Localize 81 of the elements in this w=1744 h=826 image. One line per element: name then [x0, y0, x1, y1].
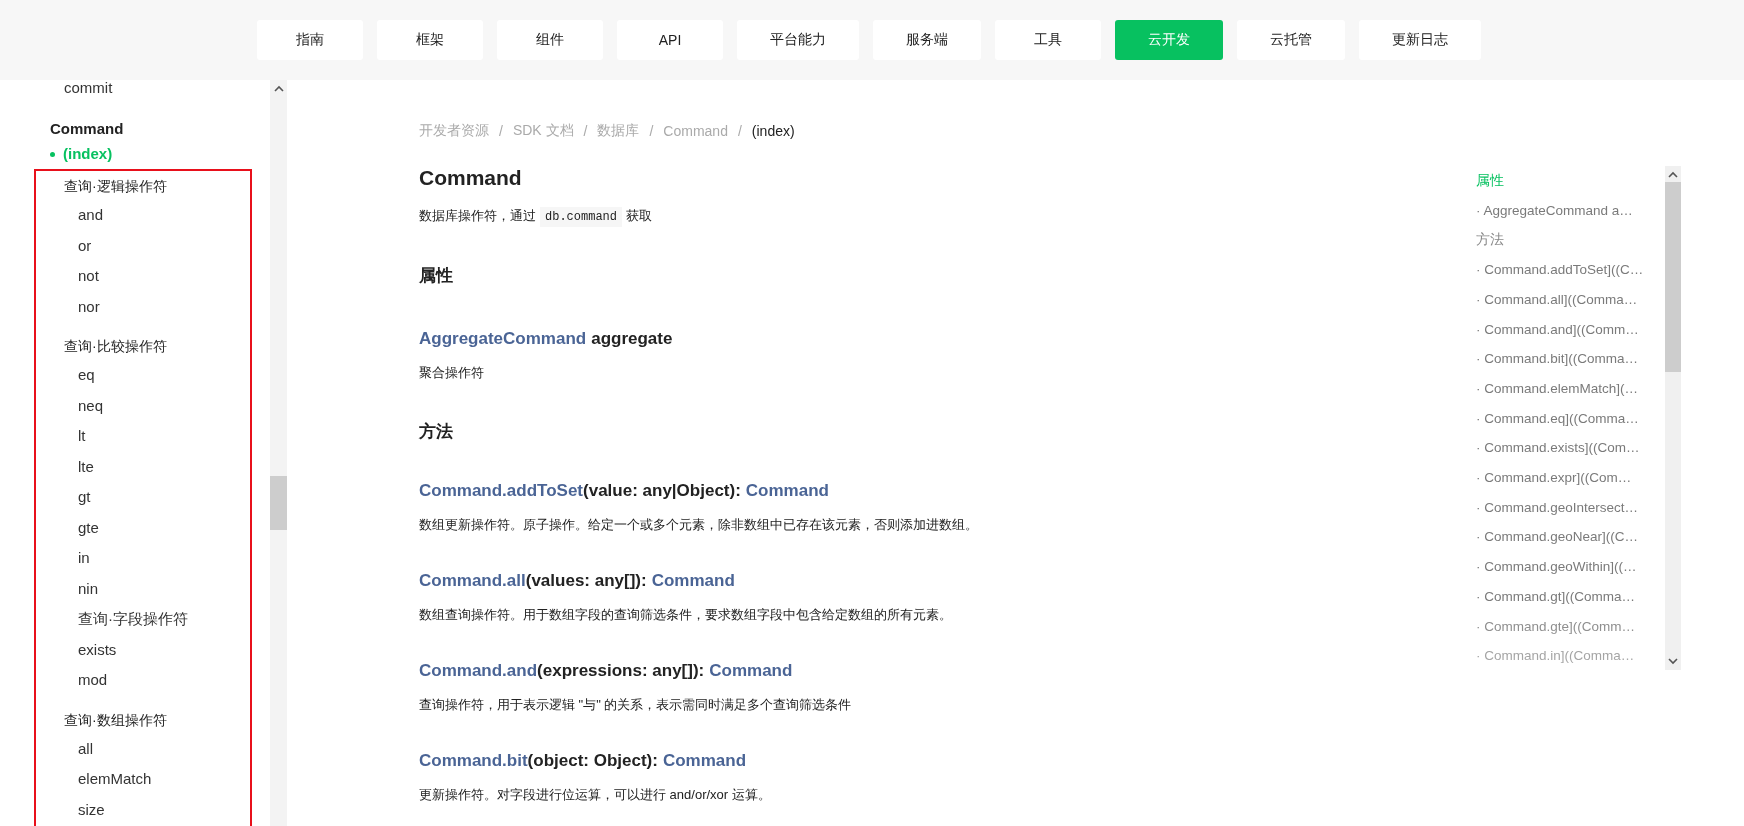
sidebar-item[interactable]: or: [78, 230, 92, 261]
nav-tab[interactable]: 框架: [377, 20, 483, 60]
nav-tab[interactable]: 云托管: [1237, 20, 1345, 60]
toc-item[interactable]: · Command.geoWithin]((…: [1476, 552, 1637, 582]
nav-tab[interactable]: 工具: [995, 20, 1101, 60]
scroll-up-icon[interactable]: [273, 84, 284, 94]
sidebar-item[interactable]: lte: [78, 451, 94, 482]
nav-tab[interactable]: 平台能力: [737, 20, 859, 60]
toc-item[interactable]: · Command.addToSet]((C…: [1476, 255, 1644, 285]
toc-heading[interactable]: 方法: [1476, 225, 1504, 256]
sidebar-item[interactable]: in: [78, 543, 90, 574]
return-type-link[interactable]: Command: [745, 479, 829, 503]
method-params: (values: any[]):: [525, 570, 647, 592]
scroll-up-icon[interactable]: [1668, 170, 1678, 180]
scrollbar[interactable]: [1665, 166, 1681, 670]
sidebar-item[interactable]: all: [78, 733, 93, 764]
toc-item[interactable]: · Command.geoIntersect…: [1476, 492, 1639, 523]
sidebar-item[interactable]: nor: [78, 291, 100, 322]
nav-tab[interactable]: 指南: [257, 20, 363, 60]
sidebar-item[interactable]: elemMatch: [78, 764, 152, 795]
type-link[interactable]: AggregateCommand: [419, 327, 587, 351]
description: 数据库操作符，通过 db.command 获取: [419, 206, 652, 227]
scrollbar-thumb[interactable]: [270, 476, 287, 530]
scrollbar[interactable]: [270, 80, 287, 826]
toc-item[interactable]: · Command.geoNear]((C…: [1476, 522, 1639, 553]
method-link[interactable]: Command.addToSet: [419, 479, 584, 503]
return-type-link[interactable]: Command: [709, 659, 793, 683]
toc-item[interactable]: · Command.elemMatch](…: [1476, 373, 1639, 404]
description: 更新操作符。对字段进行位运算，可以进行 and/or/xor 运算。: [419, 786, 771, 804]
sidebar-section[interactable]: Command: [50, 117, 124, 141]
method-link[interactable]: Command.all: [419, 569, 526, 593]
toc-item[interactable]: · Command.eq]((Comma…: [1476, 403, 1639, 434]
method-link[interactable]: Command.bit: [419, 749, 528, 773]
toc-item[interactable]: · AggregateCommand a…: [1476, 195, 1633, 226]
return-type-link[interactable]: Command: [662, 749, 747, 773]
sidebar-item[interactable]: nin: [78, 573, 99, 604]
sidebar-item[interactable]: neq: [78, 390, 104, 421]
description: 数组查询操作符。用于数组字段的查询筛选条件，要求数组字段中包含给定数组的所有元素。: [419, 606, 952, 624]
sidebar-item[interactable]: size: [78, 794, 105, 825]
breadcrumb-separator: /: [583, 123, 588, 139]
scrollbar-thumb[interactable]: [1665, 182, 1681, 372]
toc-item[interactable]: · Command.gt]((Comma…: [1476, 581, 1636, 612]
breadcrumb-separator: /: [737, 123, 742, 139]
breadcrumb-separator: /: [649, 123, 654, 139]
section-heading: 方法: [419, 421, 454, 443]
scroll-down-icon[interactable]: [1668, 656, 1678, 666]
sidebar-item[interactable]: exists: [78, 634, 117, 665]
sidebar-item[interactable]: mod: [78, 665, 108, 696]
description: 聚合操作符: [419, 364, 484, 382]
sidebar-item[interactable]: lt: [78, 421, 86, 452]
method-params: (value: any|Object):: [583, 480, 741, 502]
method-link[interactable]: Command.and: [419, 659, 538, 683]
sidebar-item[interactable]: gt: [78, 482, 91, 513]
section-heading: 属性: [419, 265, 454, 287]
method-params: (expressions: any[]):: [537, 660, 705, 682]
description: 数组更新操作符。原子操作。给定一个或多个元素，除非数组中已存在该元素，否则添加进数组。: [419, 516, 978, 534]
toc-item[interactable]: · Command.expr]((Com…: [1476, 463, 1632, 493]
sidebar-item[interactable]: and: [78, 200, 104, 231]
sidebar-item[interactable]: commit: [64, 76, 113, 100]
sidebar-item[interactable]: gte: [78, 512, 99, 543]
breadcrumb-separator: /: [499, 123, 503, 139]
nav-tab[interactable]: 更新日志: [1359, 20, 1481, 60]
sidebar-group-title[interactable]: 查询·比较操作符: [64, 332, 167, 360]
return-type-link[interactable]: Command: [651, 569, 735, 593]
sidebar-group-title[interactable]: 查询·逻辑操作符: [64, 172, 167, 200]
toc-item[interactable]: · Command.all]((Comma…: [1476, 284, 1638, 315]
nav-tab[interactable]: 服务端: [873, 20, 981, 60]
toc-item[interactable]: · Command.and]((Comm…: [1476, 314, 1639, 345]
toc-item[interactable]: · Command.bit]((Comma…: [1476, 344, 1639, 374]
nav-tab[interactable]: API: [617, 20, 723, 60]
description: 查询操作符，用于表示逻辑 "与" 的关系，表示需同时满足多个查询筛选条件: [419, 696, 852, 714]
page-title: Command: [419, 165, 523, 191]
sidebar-item[interactable]: 查询·字段操作符: [78, 604, 188, 635]
sidebar-item[interactable]: eq: [78, 360, 95, 391]
sidebar-item[interactable]: not: [78, 261, 99, 292]
nav-tab[interactable]: 组件: [497, 20, 603, 60]
sidebar-group-title[interactable]: 查询·数组操作符: [64, 705, 167, 734]
method-params: (object: Object):: [527, 750, 658, 772]
breadcrumb-item: (index): [751, 123, 795, 139]
toc-item[interactable]: · Command.exists]((Com…: [1476, 433, 1640, 464]
property-name: aggregate: [591, 328, 673, 350]
